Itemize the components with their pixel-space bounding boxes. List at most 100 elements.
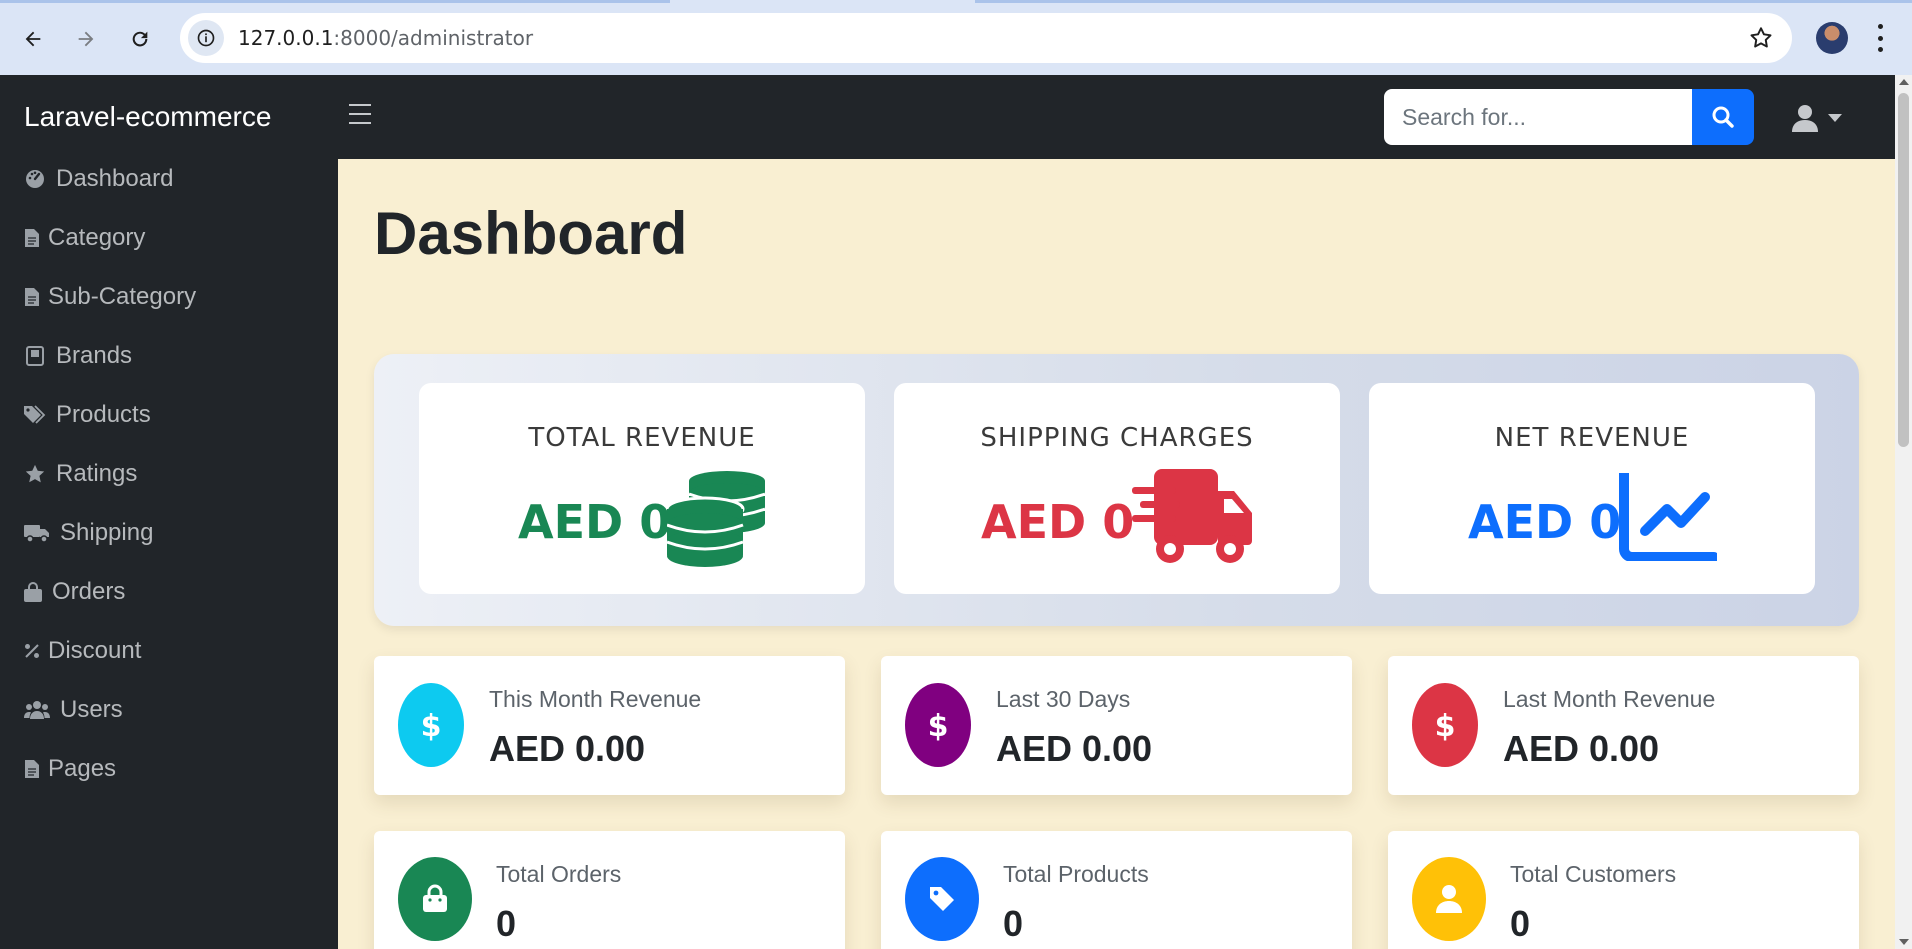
sidebar: Dashboard Category Sub-Category Brands P… — [0, 159, 338, 949]
search-form — [1384, 89, 1754, 145]
card-title: NET REVENUE — [1494, 423, 1690, 453]
stat-value: 0 — [1510, 903, 1531, 944]
users-icon — [24, 699, 50, 721]
scroll-down-arrow-icon[interactable] — [1899, 939, 1909, 945]
sidebar-item-brands[interactable]: Brands — [24, 336, 132, 376]
tab-strip — [975, 0, 1912, 3]
sidebar-item-label: Sub-Category — [48, 283, 197, 310]
sidebar-item-dashboard[interactable]: Dashboard — [24, 159, 173, 199]
sidebar-item-label: Category — [48, 224, 146, 251]
sidebar-item-ratings[interactable]: Ratings — [24, 454, 137, 494]
brand-name[interactable]: Laravel-ecommerce — [24, 101, 271, 133]
sidebar-item-label: Products — [56, 401, 151, 428]
stat-card-total-customers: Total Customers 0 — [1388, 831, 1859, 949]
back-icon[interactable] — [15, 21, 51, 57]
percent-icon — [24, 640, 40, 662]
coins-icon — [667, 471, 766, 567]
sidebar-item-label: Brands — [56, 342, 133, 369]
stat-card-total-orders: Total Orders 0 — [374, 831, 845, 949]
reload-icon[interactable] — [122, 21, 158, 57]
sidebar-item-label: Orders — [52, 578, 126, 605]
svg-text:$: $ — [422, 709, 440, 741]
user-dropdown[interactable] — [1792, 103, 1852, 133]
site-info-icon[interactable] — [188, 20, 224, 56]
stat-value: AED 0.00 — [489, 728, 646, 769]
gauge-icon — [24, 168, 46, 190]
stat-label: Total Products — [1003, 861, 1149, 887]
dollar-icon: $ — [1412, 683, 1478, 767]
main-content: Dashboard TOTAL REVENUE AED 0 SHIPPING C… — [338, 159, 1895, 949]
stat-card-last-30-days: $ Last 30 Days AED 0.00 — [881, 656, 1352, 795]
shipping-truck-icon — [1132, 469, 1252, 563]
browser-chrome: 127.0.0.1:8000/administrator — [0, 0, 1912, 75]
sidebar-item-users[interactable]: Users — [24, 690, 123, 730]
search-icon — [1712, 106, 1734, 128]
net-revenue-card: NET REVENUE AED 0 — [1369, 383, 1815, 594]
svg-text:$: $ — [1436, 709, 1454, 741]
sidebar-item-products[interactable]: Products — [24, 395, 151, 435]
page-scrollbar[interactable] — [1895, 75, 1912, 949]
book-icon — [24, 345, 46, 367]
file-icon — [24, 286, 40, 308]
stat-label: Total Orders — [496, 861, 622, 887]
address-bar[interactable]: 127.0.0.1:8000/administrator — [180, 13, 1792, 63]
user-icon — [1412, 857, 1486, 941]
caret-down-icon — [1828, 114, 1842, 122]
stat-card-this-month-revenue: $ This Month Revenue AED 0.00 — [374, 656, 845, 795]
url-path: :8000/administrator — [333, 26, 534, 50]
stat-label: Total Customers — [1510, 861, 1677, 887]
sidebar-item-label: Pages — [48, 755, 117, 782]
url-host: 127.0.0.1 — [238, 26, 334, 50]
bookmark-star-icon[interactable] — [1748, 25, 1774, 51]
sidebar-item-label: Ratings — [56, 460, 138, 487]
shopping-bag-icon — [398, 857, 472, 941]
sidebar-item-label: Shipping — [60, 519, 154, 546]
star-icon — [24, 463, 46, 485]
revenue-summary-panel: TOTAL REVENUE AED 0 SHIPPING CHARGES AED… — [374, 354, 1859, 626]
card-value: AED 0 — [518, 495, 672, 549]
tab-strip — [0, 0, 670, 3]
page-title: Dashboard — [374, 200, 688, 267]
scrollbar-thumb[interactable] — [1898, 93, 1909, 447]
sidebar-item-sub-category[interactable]: Sub-Category — [24, 277, 196, 317]
sidebar-item-label: Users — [60, 696, 123, 723]
tag-icon — [905, 857, 979, 941]
search-input[interactable] — [1384, 89, 1692, 145]
sidebar-item-shipping[interactable]: Shipping — [24, 513, 153, 553]
stat-card-last-month-revenue: $ Last Month Revenue AED 0.00 — [1388, 656, 1859, 795]
svg-text:$: $ — [929, 709, 947, 741]
file-icon — [24, 758, 40, 780]
shipping-charges-card: SHIPPING CHARGES AED 0 — [894, 383, 1340, 594]
card-title: TOTAL REVENUE — [528, 423, 756, 453]
sidebar-item-pages[interactable]: Pages — [24, 749, 116, 789]
card-title: SHIPPING CHARGES — [980, 423, 1254, 453]
sidebar-item-label: Discount — [48, 637, 142, 664]
stat-value: AED 0.00 — [996, 728, 1153, 769]
stat-value: 0 — [1003, 903, 1024, 944]
scroll-up-arrow-icon[interactable] — [1899, 79, 1909, 85]
forward-icon[interactable] — [68, 21, 104, 57]
tags-icon — [24, 404, 46, 426]
total-revenue-card: TOTAL REVENUE AED 0 — [419, 383, 865, 594]
card-value: AED 0 — [1468, 495, 1622, 549]
stat-value: 0 — [496, 903, 517, 944]
bag-icon — [24, 581, 42, 603]
top-navbar: Laravel-ecommerce — [0, 75, 1895, 159]
stat-card-total-products: Total Products 0 — [881, 831, 1352, 949]
user-icon — [1792, 105, 1818, 132]
dollar-icon: $ — [398, 683, 464, 767]
sidebar-item-category[interactable]: Category — [24, 218, 145, 258]
sidebar-item-orders[interactable]: Orders — [24, 572, 125, 612]
profile-avatar[interactable] — [1816, 22, 1848, 54]
sidebar-item-discount[interactable]: Discount — [24, 631, 141, 671]
url-text[interactable]: 127.0.0.1:8000/administrator — [238, 26, 533, 50]
search-button[interactable] — [1692, 89, 1754, 145]
stat-label: Last 30 Days — [996, 686, 1131, 712]
app: Laravel-ecommerce Dashboard Category Sub… — [0, 75, 1912, 949]
dollar-icon: $ — [905, 683, 971, 767]
line-chart-icon — [1619, 473, 1717, 561]
sidebar-toggle-icon[interactable] — [349, 104, 371, 124]
truck-icon — [24, 522, 50, 544]
kebab-menu-icon[interactable] — [1876, 24, 1884, 52]
sidebar-item-label: Dashboard — [56, 165, 174, 192]
